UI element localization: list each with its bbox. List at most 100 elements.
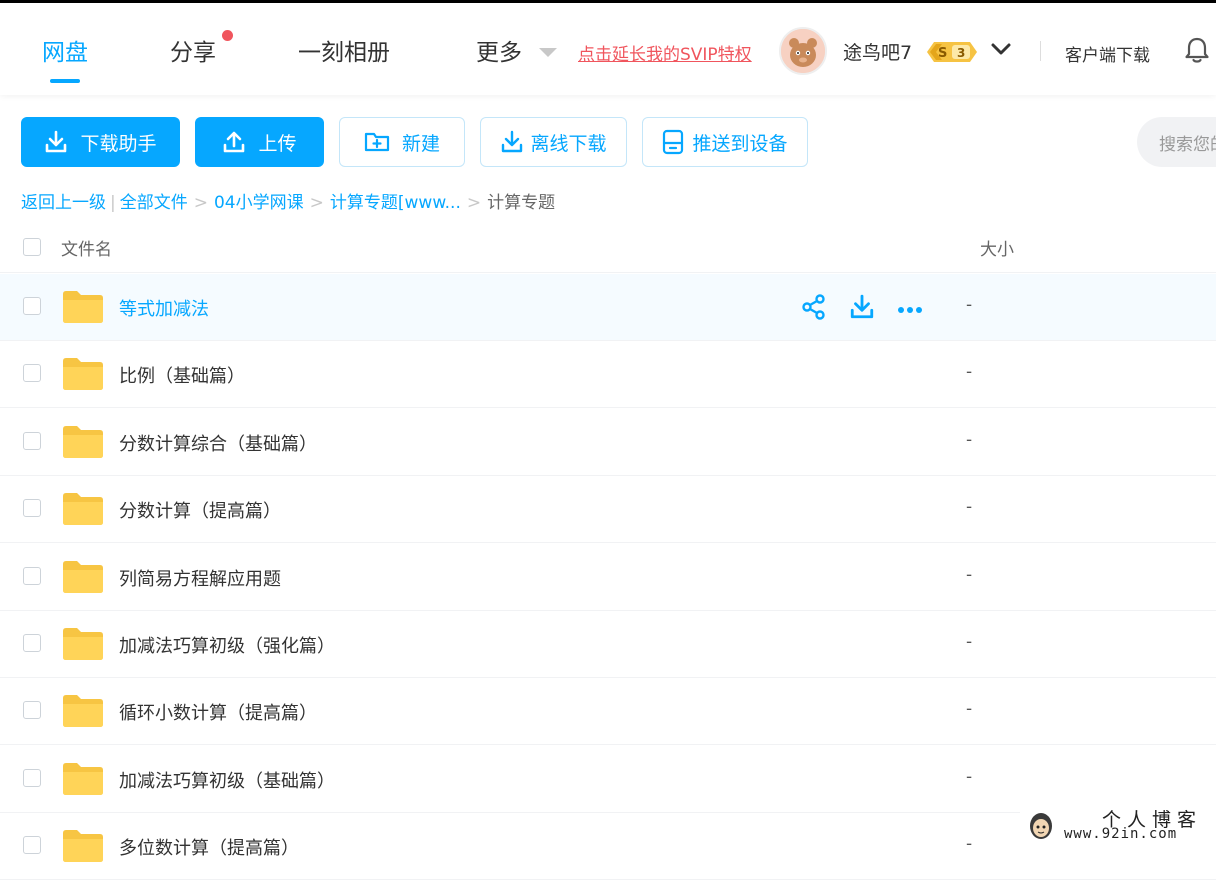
chevron-down-icon[interactable]: [990, 41, 1012, 61]
select-all-checkbox[interactable]: [23, 238, 41, 256]
folder-icon: [62, 560, 104, 598]
more-dropdown-icon[interactable]: [539, 48, 557, 57]
file-name[interactable]: 多位数计算（提高篇）: [119, 834, 299, 860]
file-name[interactable]: 加减法巧算初级（基础篇）: [119, 767, 335, 793]
breadcrumb-all-files[interactable]: 全部文件: [120, 193, 188, 213]
file-size: -: [966, 699, 973, 719]
row-checkbox[interactable]: [23, 567, 41, 585]
download-helper-button[interactable]: 下载助手: [21, 117, 180, 167]
new-folder-icon: [364, 132, 390, 152]
offline-download-label: 离线下载: [530, 132, 607, 155]
folder-icon: [62, 357, 104, 395]
folder-icon: [62, 492, 104, 530]
share-notification-dot: [222, 30, 233, 41]
nav-active-indicator: [50, 79, 80, 83]
push-to-device-button[interactable]: 推送到设备: [642, 117, 808, 167]
bell-icon[interactable]: [1184, 36, 1210, 68]
file-name[interactable]: 循环小数计算（提高篇）: [119, 699, 317, 725]
file-name[interactable]: 比例（基础篇）: [119, 362, 245, 388]
blog-watermark: 个人博客 www.92in.com: [1020, 804, 1216, 847]
file-row[interactable]: 加减法巧算初级（强化篇） -: [0, 611, 1216, 678]
more-options-icon[interactable]: [897, 300, 923, 319]
client-download-link[interactable]: 客户端下载: [1065, 41, 1150, 66]
download-icon: [46, 130, 67, 153]
row-actions: [801, 294, 923, 324]
breadcrumb: 返回上一级 | 全部文件 >04小学网课 > 计算专题[www... > 计算专题: [21, 188, 555, 213]
file-size: -: [966, 430, 973, 450]
row-checkbox[interactable]: [23, 836, 41, 854]
file-table-header: 文件名 大小: [0, 222, 1216, 273]
row-checkbox[interactable]: [23, 499, 41, 517]
row-checkbox[interactable]: [23, 297, 41, 315]
breadcrumb-separator: >: [309, 193, 324, 213]
column-header-name[interactable]: 文件名: [61, 235, 112, 260]
file-row[interactable]: 分数计算综合（基础篇） -: [0, 409, 1216, 476]
file-size: -: [966, 767, 973, 787]
nav-share[interactable]: 分享: [170, 33, 216, 67]
breadcrumb-current: 计算专题: [487, 193, 556, 213]
column-header-size[interactable]: 大小: [980, 235, 1014, 260]
upload-label: 上传: [258, 132, 297, 155]
row-checkbox[interactable]: [23, 432, 41, 450]
new-folder-button[interactable]: 新建: [339, 117, 465, 167]
svip-level: 3: [957, 46, 965, 60]
breadcrumb-back[interactable]: 返回上一级: [21, 193, 106, 213]
download-helper-label: 下载助手: [80, 132, 157, 155]
file-row[interactable]: 循环小数计算（提高篇） -: [0, 678, 1216, 745]
row-checkbox[interactable]: [23, 769, 41, 787]
file-name[interactable]: 分数计算（提高篇）: [119, 497, 281, 523]
file-row[interactable]: 列简易方程解应用题 -: [0, 544, 1216, 611]
file-row[interactable]: 分数计算（提高篇） -: [0, 476, 1216, 543]
file-row[interactable]: 加减法巧算初级（基础篇） -: [0, 746, 1216, 813]
svip-promo-link[interactable]: 点击延长我的SVIP特权: [578, 40, 752, 65]
file-name[interactable]: 加减法巧算初级（强化篇）: [119, 632, 335, 658]
row-checkbox[interactable]: [23, 364, 41, 382]
share-icon[interactable]: [801, 294, 827, 324]
svg-text:S: S: [938, 46, 947, 61]
cartoon-face-icon: [1028, 810, 1054, 840]
upload-button[interactable]: 上传: [195, 117, 324, 167]
nav-moment-album[interactable]: 一刻相册: [298, 33, 390, 67]
download-icon[interactable]: [849, 294, 875, 324]
breadcrumb-course[interactable]: 04小学网课: [214, 193, 304, 213]
breadcrumb-separator: >: [193, 193, 208, 213]
file-row[interactable]: 比例（基础篇） -: [0, 341, 1216, 408]
upload-icon: [224, 131, 245, 153]
username[interactable]: 途鸟吧7: [843, 38, 912, 65]
file-size: -: [966, 565, 973, 585]
search-placeholder: 搜索您的文件: [1159, 134, 1216, 155]
svip-badge-icon: S 3: [926, 41, 978, 67]
nav-more[interactable]: 更多: [476, 33, 522, 67]
breadcrumb-separator: >: [466, 193, 482, 213]
push-to-device-label: 推送到设备: [692, 132, 788, 155]
avatar[interactable]: [779, 27, 827, 75]
breadcrumb-topic[interactable]: 计算专题[www...: [330, 193, 461, 213]
folder-icon: [62, 829, 104, 867]
row-checkbox[interactable]: [23, 701, 41, 719]
file-size: -: [966, 632, 973, 652]
file-size: -: [966, 295, 973, 315]
file-row[interactable]: 等式加减法 -: [0, 274, 1216, 341]
folder-icon: [62, 694, 104, 732]
file-name[interactable]: 列简易方程解应用题: [119, 565, 281, 591]
file-name[interactable]: 分数计算综合（基础篇）: [119, 430, 317, 456]
file-size: -: [966, 362, 973, 382]
file-size: -: [966, 834, 973, 854]
device-icon: [663, 129, 684, 155]
folder-icon: [62, 425, 104, 463]
folder-icon: [62, 762, 104, 800]
folder-icon: [62, 627, 104, 665]
row-checkbox[interactable]: [23, 634, 41, 652]
nav-netdisk[interactable]: 网盘: [42, 33, 88, 67]
watermark-url: www.92in.com: [1064, 826, 1178, 842]
offline-download-icon: [502, 130, 523, 153]
offline-download-button[interactable]: 离线下载: [480, 117, 627, 167]
header-divider: [1040, 41, 1041, 61]
folder-icon: [62, 290, 104, 328]
new-label: 新建: [401, 132, 440, 155]
top-header: 网盘 分享 一刻相册 更多 点击延长我的SVIP特权 途鸟吧7 S 3 客户端下…: [0, 3, 1216, 95]
file-name[interactable]: 等式加减法: [119, 295, 209, 321]
search-input[interactable]: 搜索您的文件: [1137, 117, 1216, 167]
file-size: -: [966, 497, 973, 517]
breadcrumb-pipe: |: [110, 193, 116, 213]
